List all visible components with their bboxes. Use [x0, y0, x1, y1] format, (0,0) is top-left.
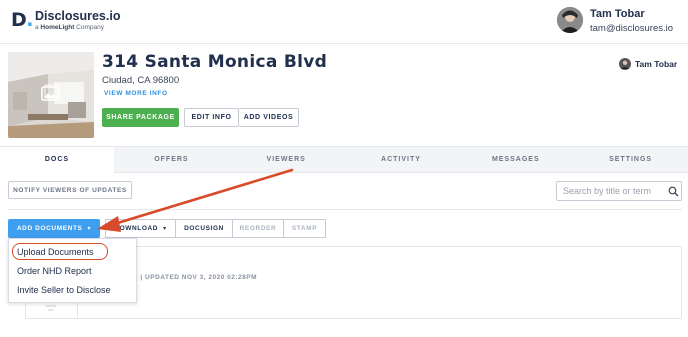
user-name[interactable]: Tam Tobar [590, 8, 645, 20]
property-photo[interactable] [8, 52, 94, 138]
user-avatar[interactable] [557, 7, 583, 33]
tab-offers[interactable]: OFFERS [114, 147, 229, 172]
logo-mark[interactable]: D. [11, 9, 33, 31]
add-videos-button[interactable]: ADD VIDEOS [239, 108, 299, 127]
tab-docs[interactable]: DOCS [0, 147, 114, 173]
view-more-info-link[interactable]: VIEW MORE INFO [104, 90, 168, 97]
property-address: 314 Santa Monica Blvd [102, 52, 328, 72]
edit-info-button[interactable]: EDIT INFO [184, 108, 239, 127]
tab-settings[interactable]: SETTINGS [573, 147, 688, 172]
download-button[interactable]: DOWNLOAD ▾ [105, 219, 176, 238]
notify-viewers-button[interactable]: NOTIFY VIEWERS OF UPDATES [8, 181, 132, 199]
image-icon [41, 84, 61, 101]
add-documents-menu: Upload Documents Order NHD Report Invite… [8, 238, 137, 303]
stamp-button[interactable]: STAMP [284, 219, 326, 238]
search-input[interactable] [563, 184, 663, 198]
search-icon[interactable] [668, 186, 679, 197]
toolbar-divider [8, 209, 682, 210]
search-box [556, 181, 682, 201]
user-email: tam@disclosures.io [590, 23, 674, 34]
tab-messages[interactable]: MESSAGES [458, 147, 573, 172]
docusign-button[interactable]: DOCUSIGN [176, 219, 233, 238]
brand-name[interactable]: Disclosures.io [35, 9, 120, 23]
add-documents-label: ADD DOCUMENTS [16, 225, 83, 232]
agent-name: Tam Tobar [635, 59, 678, 69]
tab-viewers[interactable]: VIEWERS [229, 147, 344, 172]
agent-avatar-icon [619, 58, 631, 70]
document-meta: MB | UPDATED NOV 3, 2020 02:28PM [127, 274, 258, 281]
download-label: DOWNLOAD [114, 225, 159, 232]
tab-activity[interactable]: ACTIVITY [344, 147, 459, 172]
share-package-button[interactable]: SHARE PACKAGE [102, 108, 179, 127]
add-documents-button[interactable]: ADD DOCUMENTS ▾ [8, 219, 100, 238]
agent-info[interactable]: Tam Tobar [619, 58, 677, 70]
chevron-down-icon: ▾ [163, 226, 167, 232]
tab-bar: DOCS OFFERS VIEWERS ACTIVITY MESSAGES SE… [0, 146, 688, 173]
brand-tagline: a HomeLight Company [35, 24, 104, 31]
chevron-down-icon: ▾ [87, 226, 92, 232]
top-bar: D. Disclosures.io a HomeLight Company Ta… [0, 0, 688, 44]
menu-item-order-nhd-report[interactable]: Order NHD Report [17, 266, 92, 276]
menu-item-upload-documents[interactable]: Upload Documents [17, 247, 94, 257]
property-city: Ciudad, CA 96800 [102, 75, 180, 86]
menu-item-invite-seller[interactable]: Invite Seller to Disclose [17, 285, 111, 295]
reorder-button[interactable]: REORDER [233, 219, 284, 238]
